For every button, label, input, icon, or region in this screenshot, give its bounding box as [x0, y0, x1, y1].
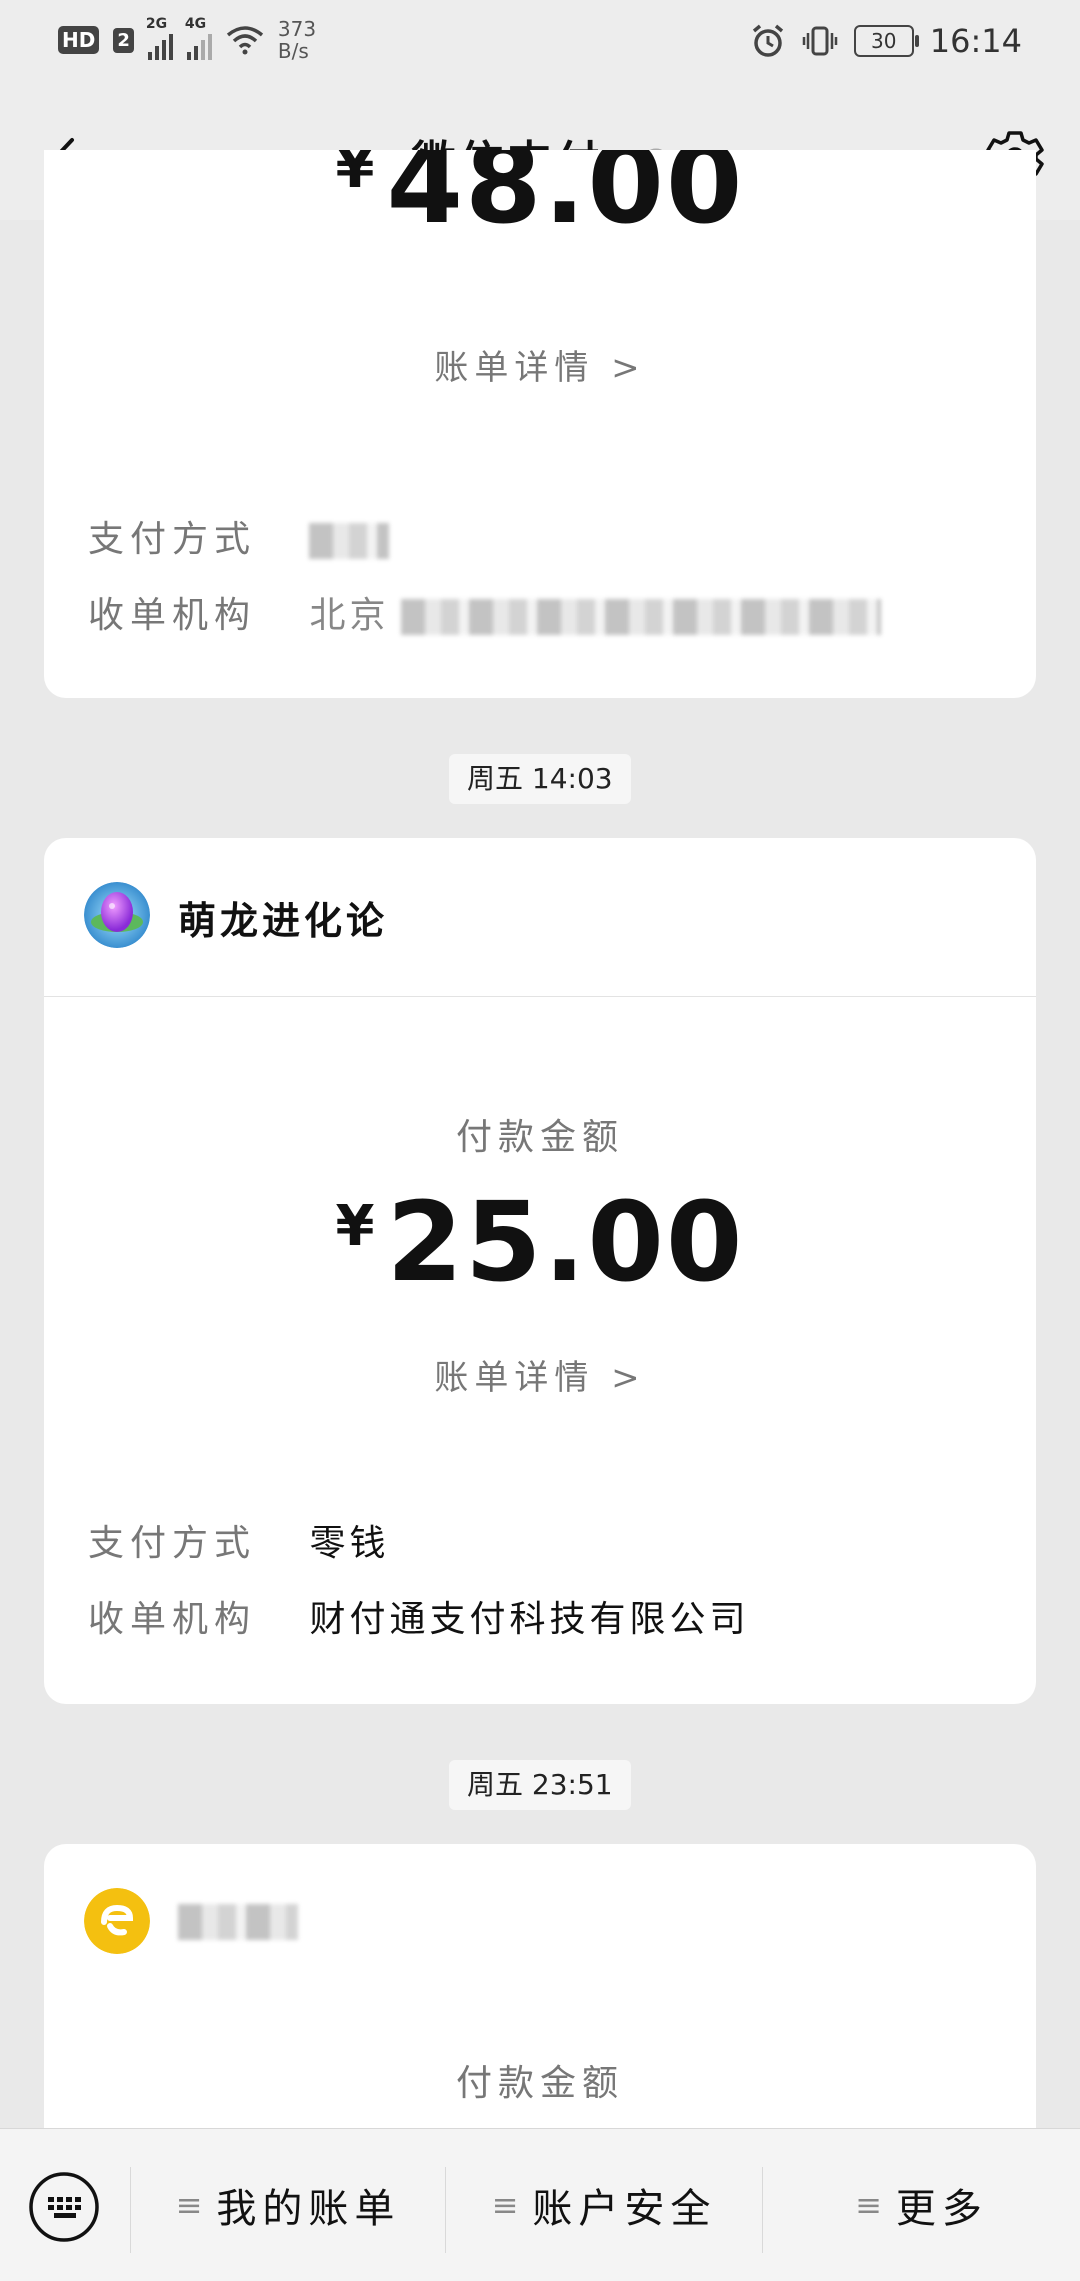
acquirer-value: 财付通支付科技有限公司 [309, 1599, 750, 1640]
amount-label: 付款金额 [455, 1117, 624, 1158]
menu-list-icon: ≡ [491, 2186, 519, 2224]
pay-method-label: 支付方式 [88, 519, 257, 560]
transaction-card-2[interactable]: 萌龙进化论 付款金额 ¥25.00 账单详情 > 支付方式 零钱 收单机构 财付… [44, 838, 1036, 1704]
pay-method-label: 支付方式 [88, 1523, 257, 1564]
sim-badge: 2 [113, 27, 134, 53]
redacted-merchant-name [178, 1904, 298, 1940]
acquirer-value-prefix: 北京 [309, 595, 390, 636]
message-timestamp: 周五 14:03 [449, 754, 631, 804]
acquirer-row: 收单机构 财付通支付科技有限公司 [88, 1590, 749, 1642]
keyboard-toggle-button[interactable] [28, 2171, 100, 2243]
acquirer-row: 收单机构 北京 [88, 586, 881, 638]
redacted-value [309, 523, 390, 559]
bottom-menu-bar: ≡ 我的账单 ≡ 账户安全 ≡ 更多 [0, 2128, 1080, 2281]
amount-row: ¥48.00 [44, 150, 1036, 248]
menu-list-icon: ≡ [175, 2186, 203, 2224]
alarm-icon [752, 24, 783, 57]
network-speed: 373 B/s [277, 17, 317, 63]
currency-symbol: ¥ [335, 1194, 375, 1259]
transaction-card-3[interactable]: 付款金额 [44, 1844, 1036, 2144]
status-bar: HD 2 2G 4G 373 B/s 30 16:14 [0, 0, 1080, 92]
menu-list-icon: ≡ [855, 2186, 882, 2224]
amount-label: 付款金额 [455, 2063, 624, 2104]
transaction-card-1: ¥48.00 账单详情 > 支付方式 收单机构 北京 [44, 150, 1036, 698]
merchant-name: 萌龙进化论 [178, 898, 389, 943]
currency-symbol: ¥ [335, 150, 375, 201]
pay-method-row: 支付方式 零钱 [88, 1514, 389, 1566]
menu-more[interactable]: ≡ 更多 [763, 2129, 1080, 2281]
yellow-avatar [84, 1888, 150, 1954]
amount-row: ¥25.00 [44, 1178, 1036, 1306]
status-right: 30 16:14 [750, 22, 1022, 60]
payment-amount: 48.00 [386, 150, 745, 248]
menu-my-bills[interactable]: ≡ 我的账单 [131, 2129, 445, 2281]
status-left: HD 2 2G 4G 373 B/s [58, 16, 317, 63]
pay-method-value: 零钱 [309, 1523, 390, 1564]
bill-detail-link[interactable]: 账单详情 > [44, 340, 1036, 389]
menu-label: 我的账单 [216, 2186, 401, 2232]
vibrate-icon [802, 26, 838, 56]
signal-2g-icon: 2G [146, 16, 173, 60]
dragon-egg-avatar [84, 882, 150, 948]
menu-account-security[interactable]: ≡ 账户安全 [446, 2129, 762, 2281]
hd-badge: HD [58, 26, 100, 54]
merchant-header[interactable] [44, 1844, 1036, 2002]
acquirer-label: 收单机构 [88, 595, 257, 636]
pay-method-row: 支付方式 [88, 510, 390, 562]
menu-label: 更多 [895, 2186, 988, 2232]
payment-amount: 25.00 [386, 1178, 745, 1306]
clock: 16:14 [929, 22, 1022, 60]
wifi-icon [226, 26, 263, 55]
merchant-header[interactable]: 萌龙进化论 [44, 838, 1036, 997]
menu-label: 账户安全 [532, 2186, 717, 2232]
redacted-value [400, 599, 881, 635]
bill-detail-link[interactable]: 账单详情 > [44, 1350, 1036, 1399]
signal-4g-icon: 4G [185, 16, 212, 60]
message-timestamp: 周五 23:51 [449, 1760, 631, 1810]
keyboard-icon [29, 2172, 99, 2242]
battery-icon: 30 [853, 25, 919, 57]
acquirer-label: 收单机构 [88, 1599, 257, 1640]
